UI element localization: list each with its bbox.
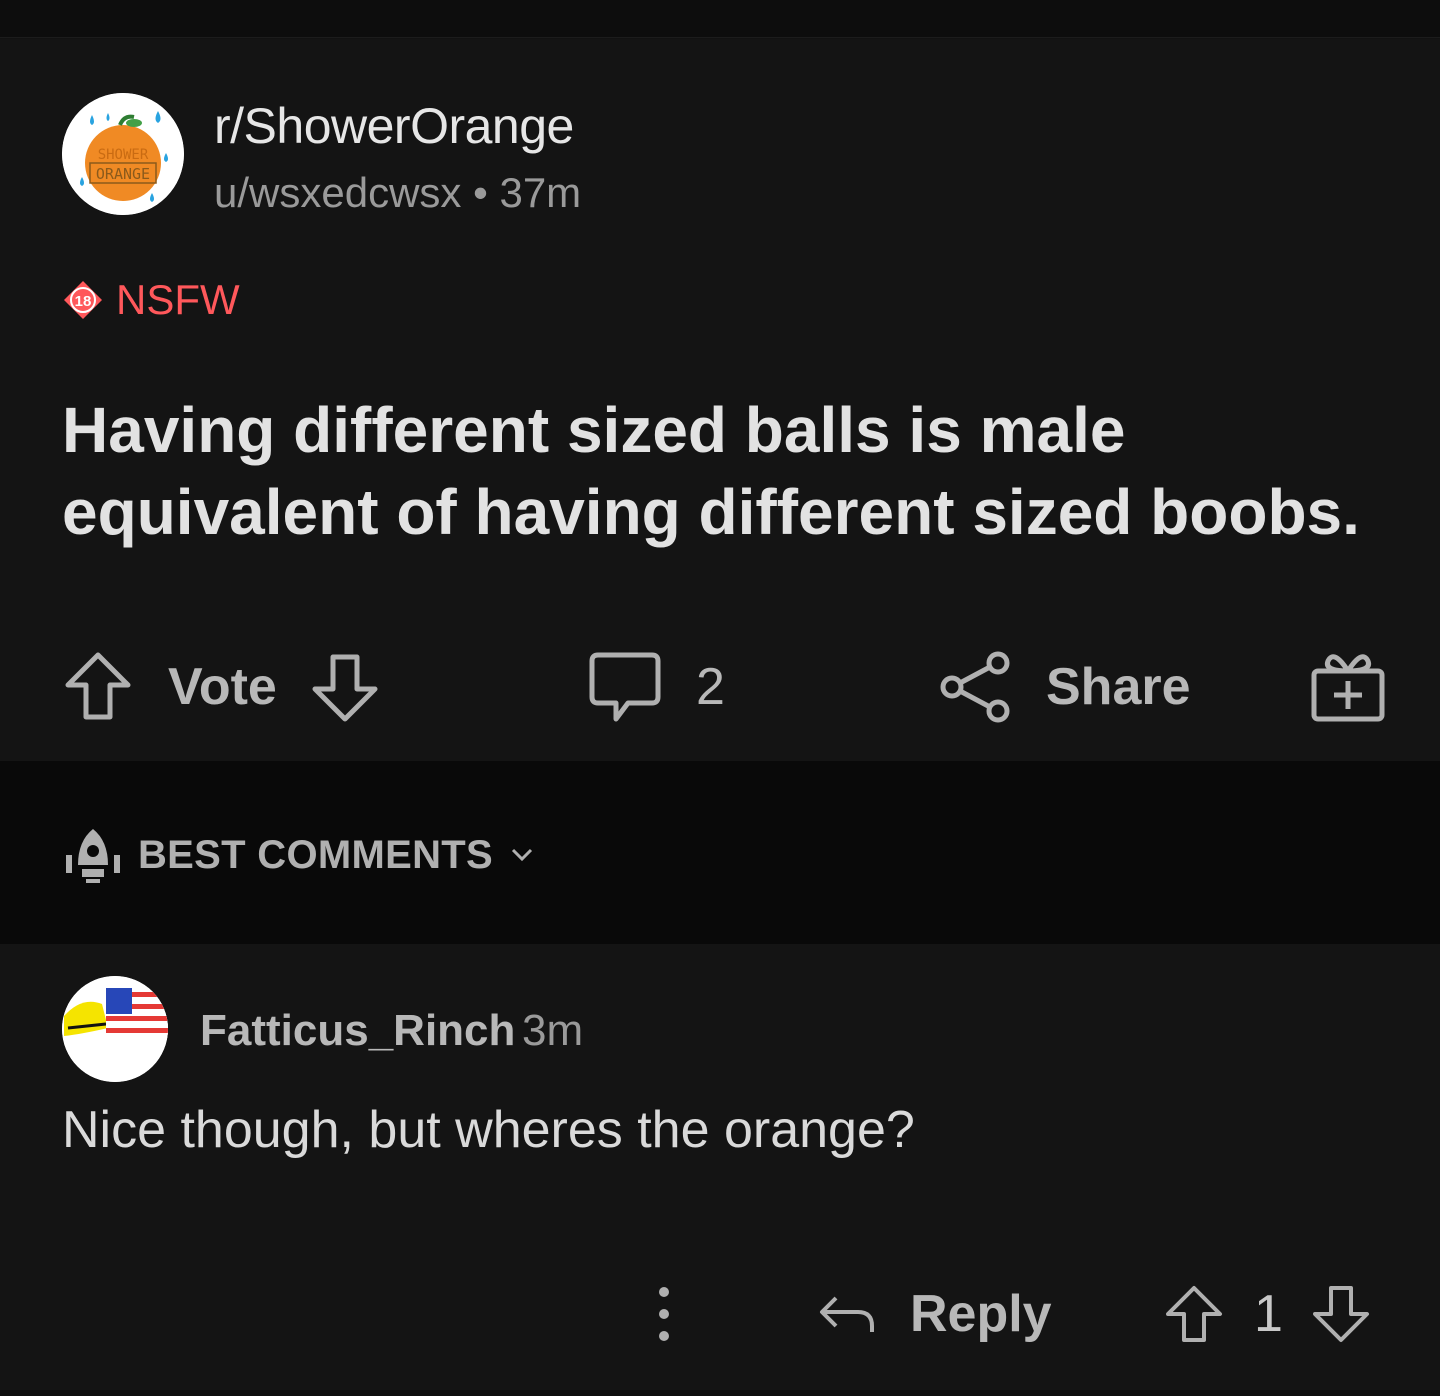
- vote-group: Vote: [62, 647, 381, 727]
- gift-award-icon: [1311, 654, 1385, 722]
- nsfw-label: NSFW: [116, 276, 240, 323]
- nsfw-badge-number: 18: [75, 293, 92, 310]
- post-title[interactable]: Having different sized balls is male equ…: [62, 389, 1402, 553]
- share-icon: [940, 651, 1010, 723]
- post-author[interactable]: u/wsxedcwsx: [214, 169, 461, 216]
- comment-score: 1: [1254, 1285, 1283, 1343]
- comment-downvote-icon[interactable]: [1311, 1274, 1371, 1354]
- post-actions: Vote 2 Share: [62, 647, 1392, 727]
- vote-label: Vote: [168, 658, 277, 716]
- comment-sort-bar: BEST COMMENTS: [0, 761, 1440, 944]
- comment-age: 3m: [522, 1006, 584, 1055]
- bottom-divider: [0, 1390, 1440, 1396]
- comments-button[interactable]: 2: [588, 647, 725, 727]
- subreddit-name[interactable]: r/ShowerOrange: [214, 97, 574, 155]
- nsfw-tag: 18 NSFW: [62, 276, 240, 323]
- chevron-down-icon: [511, 848, 533, 862]
- post-meta: u/wsxedcwsx • 37m: [214, 169, 581, 217]
- comment-body: Nice though, but wheres the orange?: [62, 1101, 915, 1159]
- reply-button[interactable]: Reply: [816, 1274, 1052, 1354]
- sort-label: BEST COMMENTS: [138, 832, 494, 877]
- share-button[interactable]: Share: [938, 647, 1191, 727]
- comment-actions: Reply 1: [0, 1264, 1440, 1364]
- comment-author[interactable]: Fatticus_Rinch: [200, 1006, 515, 1056]
- upvote-arrow-icon[interactable]: [62, 647, 134, 727]
- comment: Fatticus_Rinch 3m Nice though, but where…: [0, 944, 1440, 1390]
- nsfw-badge-icon: 18: [64, 281, 102, 319]
- more-options-button[interactable]: [646, 1274, 682, 1354]
- meta-separator: •: [473, 169, 488, 216]
- comment-count: 2: [696, 658, 725, 716]
- subreddit-icon-text-2: ORANGE: [96, 165, 150, 183]
- commenter-avatar[interactable]: [62, 976, 168, 1082]
- subreddit-avatar[interactable]: SHOWER ORANGE: [62, 93, 184, 215]
- subreddit-icon-text-1: SHOWER: [98, 147, 149, 163]
- top-bar: [0, 0, 1440, 38]
- downvote-arrow-icon[interactable]: [309, 647, 381, 727]
- comment-vote-group: 1: [1164, 1274, 1371, 1354]
- share-label: Share: [1046, 658, 1191, 716]
- comment-bubble-icon: [589, 652, 661, 722]
- comment-upvote-icon[interactable]: [1164, 1274, 1224, 1354]
- reply-arrow-icon: [820, 1296, 874, 1332]
- post-card: SHOWER ORANGE r/ShowerOrange u/wsxedcwsx…: [0, 39, 1440, 761]
- award-button[interactable]: [1310, 647, 1386, 727]
- sort-dropdown[interactable]: BEST COMMENTS: [62, 825, 537, 885]
- more-vertical-icon: [659, 1287, 669, 1341]
- rocket-icon: [66, 829, 120, 883]
- post-age: 37m: [499, 169, 582, 216]
- reply-label: Reply: [910, 1285, 1052, 1343]
